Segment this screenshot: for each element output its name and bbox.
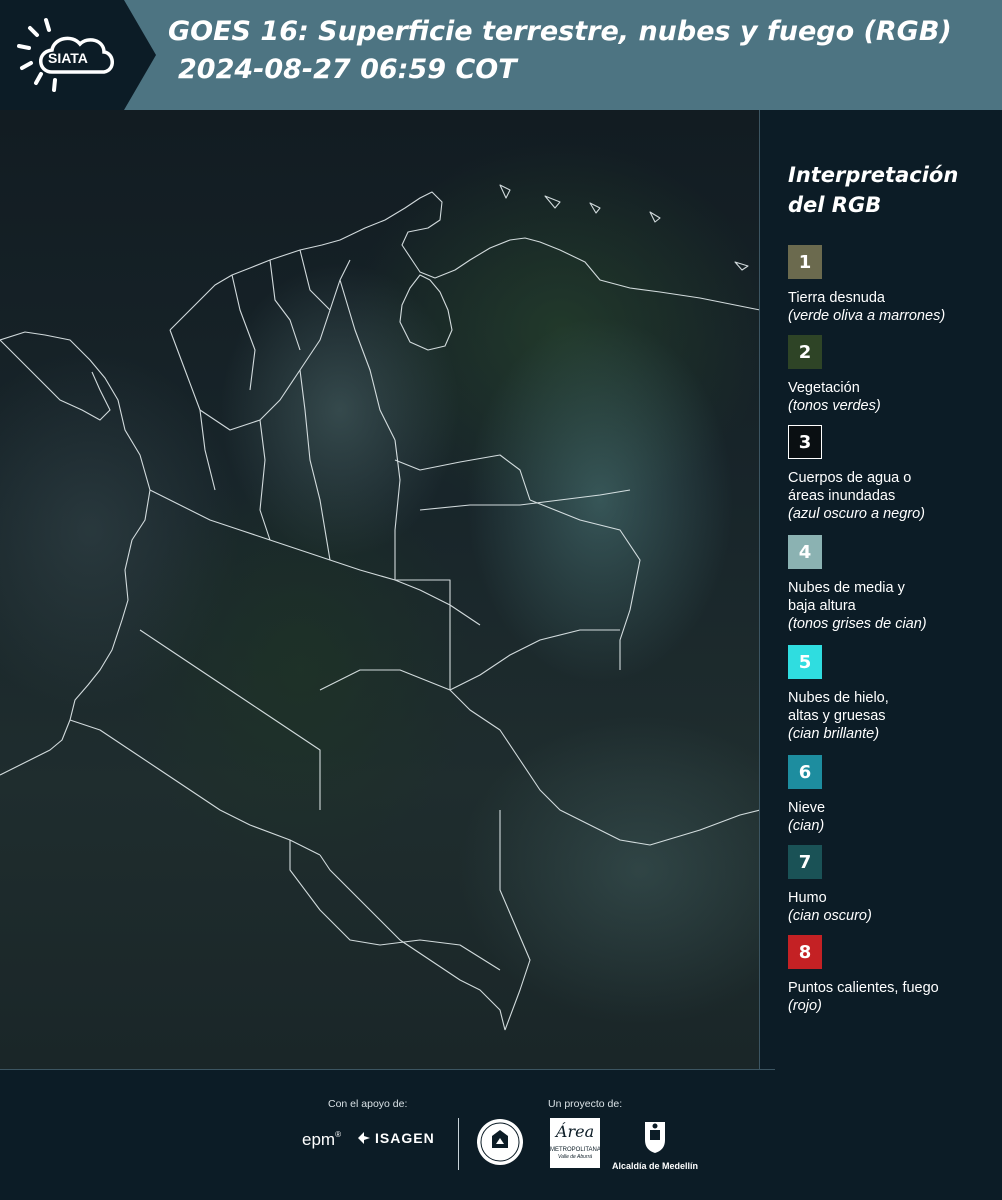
alcaldia-text: Alcaldía de Medellín [611, 1161, 699, 1171]
dept-borders-amazon [289, 810, 531, 1031]
footer-separator [458, 1118, 459, 1170]
legend-label-line1: Humo [788, 890, 827, 906]
legend-swatch: 6 [788, 755, 822, 789]
legend-swatch: 1 [788, 245, 822, 279]
islands [499, 184, 749, 271]
legend-swatch: 3 [788, 425, 822, 459]
legend-swatch: 7 [788, 845, 822, 879]
legend-item: 6 Nieve (cian) [788, 755, 998, 835]
page-title: GOES 16: Superficie terrestre, nubes y f… [168, 16, 952, 47]
legend-item: 4 Nubes de media y baja altura (tonos grise… [788, 535, 998, 633]
metropolitana-title: Área [555, 1122, 595, 1141]
map-borders [0, 184, 760, 1031]
map-divider [759, 110, 760, 1070]
legend-label: Nubes de hielo, altas y gruesas (cian bril… [788, 689, 998, 743]
support-caption: Con el apoyo de: [328, 1098, 408, 1110]
legend-label-line1: Nubes de media y [788, 580, 905, 596]
dept-borders-north [169, 249, 396, 441]
legend-label: Humo (cian oscuro) [788, 889, 998, 925]
legend-item: 8 Puntos calientes, fuego (rojo) [788, 935, 998, 1015]
legend-label-line1: Nubes de hielo, [788, 690, 889, 706]
isagen-icon [358, 1132, 370, 1144]
legend-label-line2: áreas inundadas [788, 488, 896, 504]
legend-label: Puntos calientes, fuego (rojo) [788, 979, 998, 1015]
legend-sublabel: (azul oscuro a negro) [788, 506, 926, 522]
legend-label-line2: baja altura [788, 598, 856, 614]
legend-item: 2 Vegetación (tonos verdes) [788, 335, 998, 415]
legend-swatch: 8 [788, 935, 822, 969]
legend-label-line2: altas y gruesas [788, 708, 886, 724]
legend-sublabel: (rojo) [788, 998, 822, 1014]
coat-of-arms-icon [645, 1122, 665, 1153]
panama-coast [0, 339, 111, 421]
logo-shape: SIATA [0, 0, 156, 110]
legend-label: Cuerpos de agua o áreas inundadas (azul os… [788, 469, 998, 523]
legend-label-line1: Nieve [788, 800, 826, 816]
legend-sublabel: (cian oscuro) [788, 908, 872, 924]
legend-item: 3 Cuerpos de agua o áreas inundadas (azul o… [788, 425, 998, 523]
medellin-seal-logo[interactable] [476, 1118, 524, 1171]
legend-swatch: 4 [788, 535, 822, 569]
legend-sublabel: (tonos verdes) [788, 398, 881, 414]
epm-logo-text: epm [302, 1130, 336, 1149]
pacific-coast [0, 331, 151, 776]
legend-title-line1: Interpretación [788, 163, 959, 187]
legend-label: Nubes de media y baja altura (tonos grises… [788, 579, 998, 633]
legend-sublabel: (tonos grises de cian) [788, 616, 927, 632]
page-timestamp: 2024-08-27 06:59 COT [178, 54, 517, 85]
legend-title-line2: del RGB [788, 193, 882, 217]
project-caption: Un proyecto de: [548, 1098, 623, 1110]
dept-borders-east [394, 454, 641, 691]
legend-label-line1: Tierra desnuda [788, 290, 885, 306]
legend-label: Tierra desnuda (verde oliva a marrones) [788, 289, 998, 325]
legend-label-line1: Cuerpos de agua o [788, 470, 912, 486]
legend-label-line1: Vegetación [788, 380, 860, 396]
legend-panel: Interpretación del RGB 1 Tierra desnuda (v… [788, 160, 998, 1014]
legend-label: Nieve (cian) [788, 799, 998, 835]
footer: Con el apoyo de: Un proyecto de: epm® IS… [0, 1070, 1002, 1200]
maracaibo-lake [399, 274, 453, 351]
seal-icon [477, 1119, 523, 1165]
legend-sublabel: (cian brillante) [788, 726, 880, 742]
epm-logo[interactable]: epm® [302, 1130, 341, 1150]
legend-swatch: 2 [788, 335, 822, 369]
legend-item: 1 Tierra desnuda (verde oliva a marrones) [788, 245, 998, 325]
legend-title: Interpretación del RGB [788, 160, 998, 220]
legend-label: Vegetación (tonos verdes) [788, 379, 998, 415]
logo-text: SIATA [48, 50, 88, 66]
isagen-logo[interactable]: ISAGEN [356, 1130, 435, 1146]
siata-logo[interactable]: SIATA [0, 0, 158, 110]
dept-borders-south [69, 629, 760, 856]
metropolitana-sub2: Valle de Aburrá [557, 1154, 593, 1160]
isagen-logo-text: ISAGEN [375, 1130, 435, 1146]
legend-label-line1: Puntos calientes, fuego [788, 980, 939, 996]
metropolitana-logo[interactable]: Área METROPOLITANA Valle de Aburrá [550, 1118, 601, 1168]
legend-item: 7 Humo (cian oscuro) [788, 845, 998, 925]
alcaldia-logo[interactable]: Alcaldía de Medellín [610, 1118, 700, 1171]
satellite-map[interactable] [0, 110, 760, 1070]
legend-sublabel: (cian) [788, 818, 825, 834]
legend-item: 5 Nubes de hielo, altas y gruesas (cian bri… [788, 645, 998, 743]
header-bar: SIATA GOES 16: Superficie terrestre, nub… [0, 0, 1002, 110]
legend-sublabel: (verde oliva a marrones) [788, 308, 946, 324]
caribbean-coast [169, 191, 760, 331]
metropolitana-sub1: METROPOLITANA [550, 1147, 601, 1153]
legend-swatch: 5 [788, 645, 822, 679]
